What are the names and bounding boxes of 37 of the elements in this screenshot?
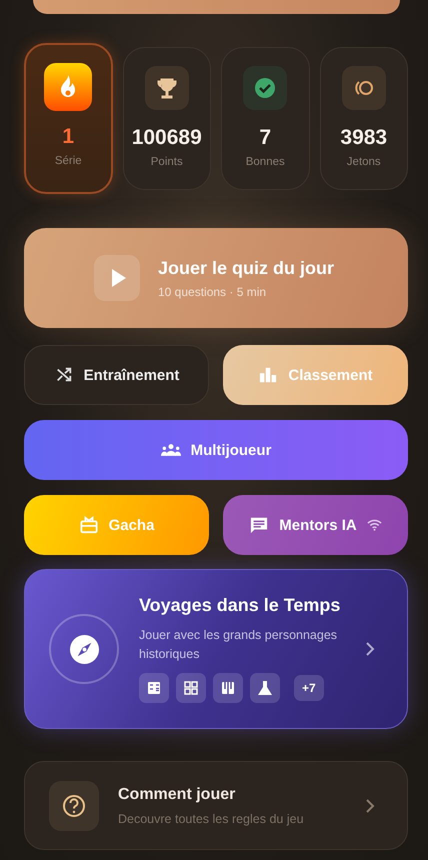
- chat-icon: [249, 516, 270, 534]
- chevron-right-icon: [365, 641, 375, 657]
- flame-icon: [44, 63, 92, 111]
- more-topics-badge: +7: [294, 675, 324, 701]
- stat-value: 3983: [340, 126, 388, 150]
- flask-icon: [250, 673, 280, 703]
- how-to-play-title: Comment jouer: [118, 786, 236, 804]
- multiplayer-button[interactable]: Multijoueur: [24, 420, 408, 480]
- stat-label: Bonnes: [246, 156, 285, 168]
- stat-value: 7: [259, 126, 272, 150]
- gift-box-icon: [78, 516, 99, 534]
- coins-icon: [342, 66, 386, 110]
- how-to-play-card[interactable]: Comment jouer Decouvre toutes les regles du jeu: [24, 761, 408, 850]
- bar-chart-icon: [258, 366, 278, 384]
- trophy-icon: [144, 66, 189, 110]
- time-travel-description: Jouer avec les grands personnages historiques: [139, 627, 338, 663]
- compass-icon: [49, 614, 119, 684]
- stat-label: Série: [54, 155, 82, 167]
- time-travel-title: Voyages dans le Temps: [139, 595, 342, 616]
- stat-label: Jetons: [346, 156, 381, 168]
- calculator-icon: [139, 673, 169, 703]
- grid-icon: [176, 673, 206, 703]
- piano-icon: [213, 673, 243, 703]
- chevron-right-icon: [365, 798, 375, 814]
- stat-label: Points: [150, 156, 183, 168]
- wifi-icon: [366, 519, 382, 531]
- stat-value: 1: [62, 125, 74, 149]
- play-icon: [94, 255, 140, 301]
- practice-button[interactable]: Entraînement: [24, 345, 209, 405]
- stat-value: 100689: [132, 126, 202, 150]
- mentors-button[interactable]: Mentors IA: [223, 495, 408, 555]
- group-icon: [160, 441, 181, 459]
- time-travel-card[interactable]: Voyages dans le Temps Jouer avec les grands personnages historiques +7: [24, 569, 408, 729]
- quiz-subtitle: 10 questions · 5 min: [158, 284, 268, 298]
- how-to-play-subtitle: Decouvre toutes les regles du jeu: [118, 812, 305, 826]
- help-icon: [49, 780, 99, 830]
- quiz-title: Jouer le quiz du jour: [158, 258, 334, 278]
